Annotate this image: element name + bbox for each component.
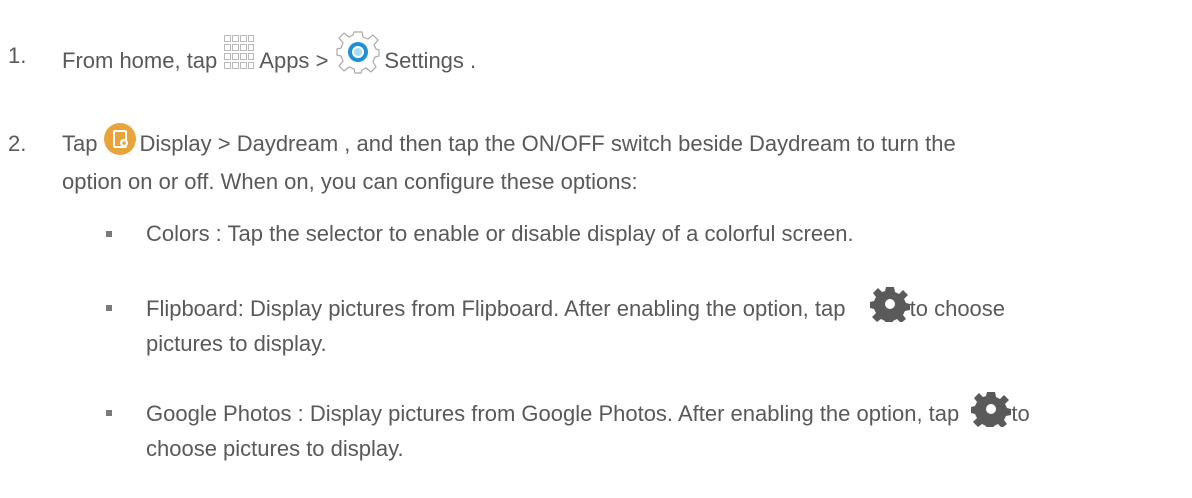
step-text-line: Display > Daydream , and then tap the ON… <box>139 131 956 156</box>
option-text: Flipboard: Display pictures from Flipboa… <box>146 295 846 321</box>
bullet <box>106 305 112 311</box>
settings-gear-icon <box>336 30 381 74</box>
bullet <box>106 231 112 237</box>
option-google-photos-continuation: choose pictures to display. <box>146 436 404 461</box>
apps-label: Apps <box>259 47 310 73</box>
gear-icon <box>971 391 1012 430</box>
step-2-continuation: option on or off. When on, you can confi… <box>62 169 638 194</box>
option-flipboard-continuation: pictures to display. <box>146 331 327 356</box>
gear-icon <box>869 286 910 325</box>
option-text: to choose <box>909 295 1006 321</box>
step-end: . <box>470 47 477 73</box>
option-colors: Colors : Tap the selector to enable or d… <box>146 221 854 246</box>
apps-grid-icon <box>223 34 255 74</box>
option-text: to <box>1011 400 1030 426</box>
option-flipboard: Flipboard: Display pictures from Flipboa… <box>146 287 1006 328</box>
step-text: Tap Display > Daydream , and then tap th… <box>62 123 956 162</box>
option-text: Google Photos : Display pictures from Go… <box>146 400 960 426</box>
step-text-part: From home, tap <box>62 47 218 73</box>
bullet <box>106 410 112 416</box>
display-icon <box>103 122 137 156</box>
separator: > <box>315 47 329 73</box>
option-google-photos: Google Photos : Display pictures from Go… <box>146 392 1030 433</box>
step-number: 1. <box>8 43 27 68</box>
settings-label: Settings <box>384 47 464 73</box>
step-text: From home, tap Apps > Settings . <box>62 31 477 84</box>
step-number: 2. <box>8 131 27 156</box>
step-text-part: Tap <box>62 131 98 156</box>
